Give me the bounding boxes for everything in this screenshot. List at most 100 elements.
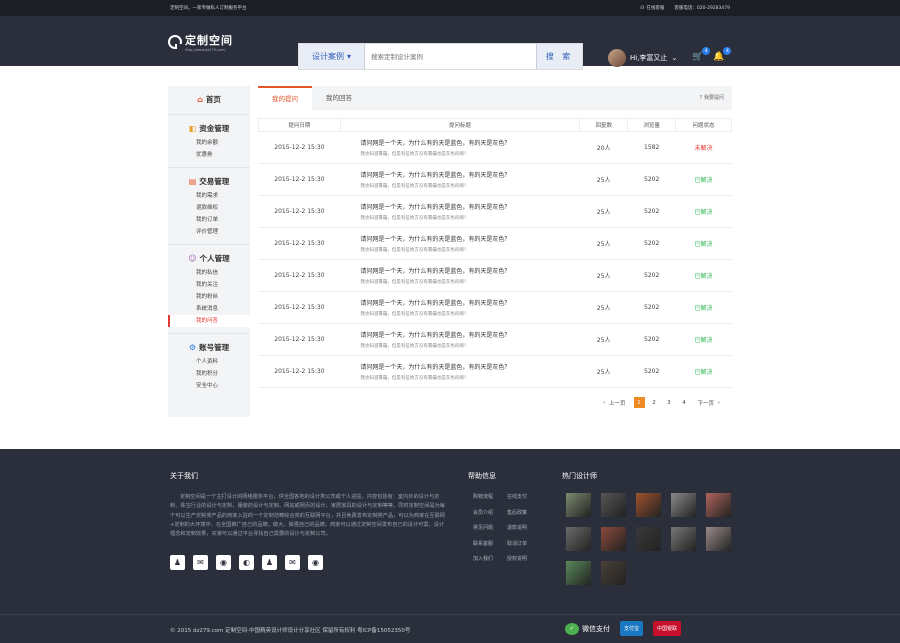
designer-avatar[interactable]: [566, 527, 591, 551]
designer-avatar[interactable]: [671, 493, 696, 517]
weibo-icon[interactable]: ◉: [308, 555, 323, 571]
logo-name: 定制空间: [185, 34, 233, 47]
notification-button[interactable]: 🔔 4: [713, 47, 732, 62]
sidebar-item-refunds[interactable]: 退款维权: [168, 202, 250, 214]
next-page-button[interactable]: 下一页 ›: [694, 397, 722, 408]
prev-page-button[interactable]: ‹ 上一页: [601, 397, 629, 408]
weibo-icon[interactable]: ◉: [216, 555, 231, 571]
cell-replies: 25人: [579, 259, 628, 292]
designer-avatar[interactable]: [566, 561, 591, 585]
sidebar-item-profile[interactable]: 个人资料: [168, 356, 250, 368]
questions-table: 提问日期 提问标题 回复数 浏览量 问题状态 2015-12-2 15:30 请问…: [258, 118, 732, 388]
site-slogan: 定制空间，一家专做私人订制服务平台: [170, 6, 247, 11]
table-row[interactable]: 2015-12-2 15:30 请问网是一个天，为什么有的天是蓝色，有的天是灰色？…: [258, 291, 732, 324]
user-menu[interactable]: Hi,李富又止 ⌄: [608, 49, 677, 67]
help-link[interactable]: 授权说明: [507, 555, 541, 562]
ask-question-link[interactable]: ? 我要提问: [699, 94, 724, 102]
table-row[interactable]: 2015-12-2 15:30 请问网是一个天，为什么有的天是蓝色，有的天是灰色？…: [258, 195, 732, 228]
cell-title: 请问网是一个天，为什么有的天是蓝色，有的天是灰色？ 我也知道雾霾，但是有些地方没有…: [340, 131, 580, 164]
designer-avatar[interactable]: [601, 493, 626, 517]
search-bar: 设计案例 ▾ 搜 索: [298, 43, 583, 70]
designer-avatar[interactable]: [566, 493, 591, 517]
wechat-icon: ✓: [565, 622, 579, 635]
sidebar-item-messages[interactable]: 我的私信: [168, 267, 250, 279]
sidebar-item-security[interactable]: 安全中心: [168, 380, 250, 392]
sidebar-item-reviews[interactable]: 评价管理: [168, 226, 250, 238]
qq-icon[interactable]: ♟: [262, 555, 277, 571]
table-row[interactable]: 2015-12-2 15:30 请问网是一个天，为什么有的天是蓝色，有的天是灰色？…: [258, 227, 732, 260]
chevron-down-icon: ▾: [346, 52, 351, 61]
designer-avatar[interactable]: [706, 527, 731, 551]
column-header-replies: 回复数: [579, 118, 629, 132]
footer-bottom: © 2015 dz279.com 定制空间-中国精英设计师设计分享社区 保留所有…: [0, 614, 900, 643]
about-title: 关于我们: [170, 472, 198, 480]
designer-avatar[interactable]: [636, 493, 661, 517]
bell-icon: 🔔: [713, 52, 725, 62]
sidebar-item-fans[interactable]: 我的粉丝: [168, 291, 250, 303]
table-row[interactable]: 2015-12-2 15:30 请问网是一个天，为什么有的天是蓝色，有的天是灰色？…: [258, 355, 732, 388]
table-row[interactable]: 2015-12-2 15:30 请问网是一个天，为什么有的天是蓝色，有的天是灰色？…: [258, 323, 732, 356]
wechat-icon[interactable]: ✉: [193, 555, 208, 571]
sidebar-item-coupons[interactable]: 优惠券: [168, 149, 250, 161]
cell-views: 5202: [627, 259, 676, 292]
help-link[interactable]: 取消订单: [507, 540, 541, 547]
help-link[interactable]: 在线支付: [507, 493, 541, 500]
sidebar-item-balance[interactable]: 我的余额: [168, 137, 250, 149]
wechat-icon[interactable]: ✉: [285, 555, 300, 571]
sidebar-item-system-messages[interactable]: 系统消息: [168, 303, 250, 315]
cell-status: 已解决: [675, 195, 732, 228]
table-row[interactable]: 2015-12-2 15:30 请问网是一个天，为什么有的天是蓝色，有的天是灰色？…: [258, 163, 732, 196]
question-title-link[interactable]: 请问网是一个天，为什么有的天是蓝色，有的天是灰色？: [360, 330, 579, 339]
designer-avatar[interactable]: [601, 527, 626, 551]
search-input[interactable]: [365, 44, 536, 69]
question-summary: 我也知道雾霾，但是有些地方没有雾霾也是灰色的啊！: [360, 344, 469, 349]
help-link[interactable]: 常见问题: [473, 524, 507, 531]
tencent-weibo-icon[interactable]: ◐: [239, 555, 254, 571]
table-row[interactable]: 2015-12-2 15:30 请问网是一个天，为什么有的天是蓝色，有的天是灰色？…: [258, 259, 732, 292]
page-3-button[interactable]: 3: [664, 397, 675, 408]
cell-replies: 25人: [579, 291, 628, 324]
qq-icon[interactable]: ♟: [170, 555, 185, 571]
cart-button[interactable]: 🛒 4: [692, 47, 711, 62]
sidebar-item-orders[interactable]: 我的订单: [168, 214, 250, 226]
sidebar-item-requests[interactable]: 我的需求: [168, 190, 250, 202]
footer-designers: 热门设计师: [562, 471, 742, 585]
search-button[interactable]: 搜 索: [536, 44, 582, 69]
page-2-button[interactable]: 2: [649, 397, 660, 408]
designer-avatar[interactable]: [601, 561, 626, 585]
sidebar-item-points[interactable]: 我的积分: [168, 368, 250, 380]
sidebar-item-home[interactable]: ⌂ 首页: [168, 94, 250, 105]
page-1-button[interactable]: 1: [633, 397, 645, 408]
question-title-link[interactable]: 请问网是一个天，为什么有的天是蓝色，有的天是灰色？: [360, 234, 579, 243]
help-link[interactable]: 会员介绍: [473, 509, 507, 516]
sidebar-heading-funds: ◧ 资金管理: [188, 124, 230, 133]
page-4-button[interactable]: 4: [679, 397, 690, 408]
cell-views: 5202: [627, 195, 676, 228]
search-category-select[interactable]: 设计案例 ▾: [299, 44, 365, 69]
question-title-link[interactable]: 请问网是一个天，为什么有的天是蓝色，有的天是灰色？: [360, 298, 579, 307]
designer-avatar[interactable]: [671, 527, 696, 551]
question-title-link[interactable]: 请问网是一个天，为什么有的天是蓝色，有的天是灰色？: [360, 138, 579, 147]
help-link[interactable]: 购物流程: [473, 493, 507, 500]
site-logo[interactable]: 定制空间 http://www.dz279.com/: [168, 32, 233, 52]
help-link[interactable]: 加入我们: [473, 555, 507, 562]
tab-my-questions[interactable]: 我的提问: [258, 86, 312, 110]
sidebar-item-following[interactable]: 我的关注: [168, 279, 250, 291]
help-link[interactable]: 退款说明: [507, 524, 541, 531]
question-summary: 我也知道雾霾，但是有些地方没有雾霾也是灰色的啊！: [360, 184, 469, 189]
question-title-link[interactable]: 请问网是一个天，为什么有的天是蓝色，有的天是灰色？: [360, 362, 579, 371]
help-link[interactable]: 售后政策: [507, 509, 541, 516]
sidebar-item-my-qa[interactable]: 我的问答: [168, 315, 250, 327]
question-title-link[interactable]: 请问网是一个天，为什么有的天是蓝色，有的天是灰色？: [360, 266, 579, 275]
table-row[interactable]: 2015-12-2 15:30 请问网是一个天，为什么有的天是蓝色，有的天是灰色？…: [258, 131, 732, 164]
sidebar-section-account: ⚙ 账号管理 个人资料 我的积分 安全中心: [168, 334, 250, 398]
question-title-link[interactable]: 请问网是一个天，为什么有的天是蓝色，有的天是灰色？: [360, 170, 579, 179]
question-title-link[interactable]: 请问网是一个天，为什么有的天是蓝色，有的天是灰色？: [360, 202, 579, 211]
designer-avatar[interactable]: [636, 527, 661, 551]
online-service-link[interactable]: ☊ 在线客服: [640, 5, 664, 12]
help-link[interactable]: 联系客服: [473, 540, 507, 547]
cell-date: 2015-12-2 15:30: [258, 227, 341, 260]
tab-my-answers[interactable]: 我的回答: [312, 86, 366, 110]
designer-avatar[interactable]: [706, 493, 731, 517]
cell-replies: 25人: [579, 163, 628, 196]
